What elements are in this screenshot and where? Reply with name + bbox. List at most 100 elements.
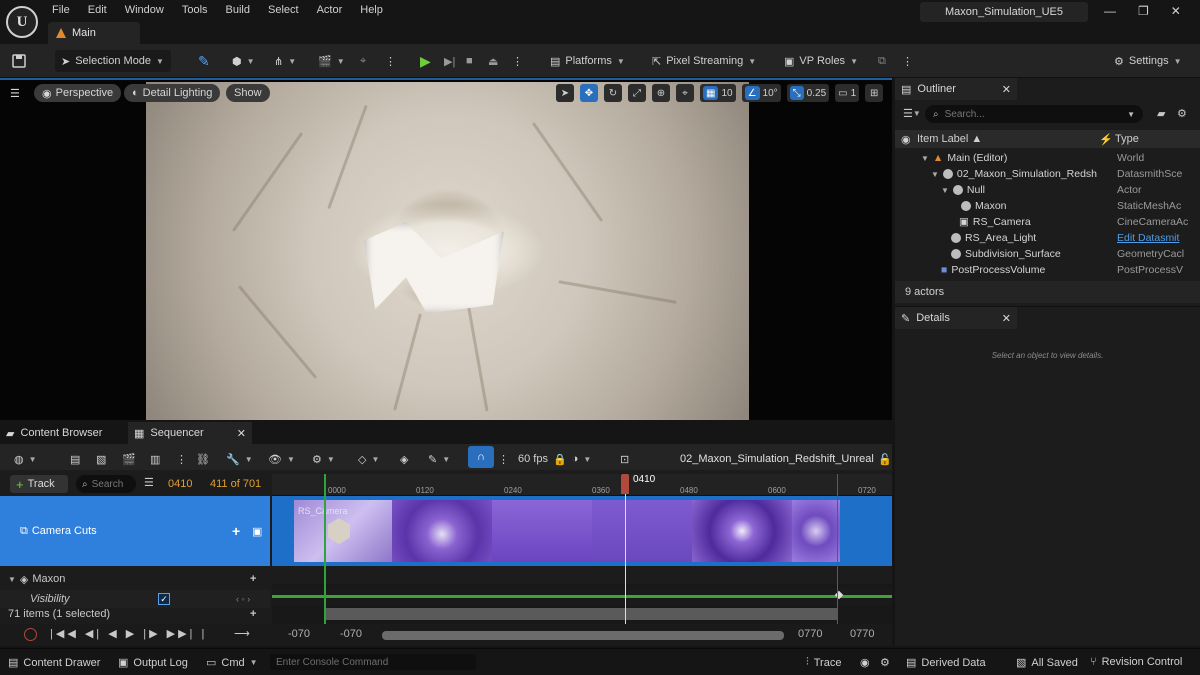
add-actor-icon[interactable]: ⬢ ▼ (232, 50, 255, 72)
menu-window[interactable]: Window (125, 4, 164, 16)
close-icon[interactable]: ✕ (1002, 312, 1011, 325)
edit-mode-icon[interactable]: ✎ ▼ (428, 448, 450, 470)
clapper-icon[interactable]: ▥ (150, 448, 160, 470)
cinematics-icon[interactable]: 🎬 ▼ (318, 50, 345, 72)
cmd-dropdown[interactable]: ▭ Cmd ▼ (206, 656, 258, 670)
tab-outliner[interactable]: ▤ Outliner ✕ (895, 78, 1017, 100)
content-drawer-button[interactable]: ▤ Content Drawer (8, 656, 100, 670)
console-command-input[interactable]: Enter Console Command (270, 654, 476, 670)
maxon-track[interactable]: ▼ ◈ Maxon + (0, 570, 270, 588)
device-icon[interactable]: ⧉ (878, 50, 886, 72)
tab-main[interactable]: Main (48, 22, 140, 44)
view-icon[interactable]: 👁 ▼ (268, 448, 295, 470)
world-icon[interactable]: ◍ ▼ (14, 448, 37, 470)
filter-icon[interactable]: ☰ (144, 476, 154, 489)
unreal-logo-icon[interactable]: U (6, 6, 38, 38)
add-camera-cut-icon[interactable]: + (232, 523, 240, 539)
play-options-icon[interactable]: ⋮ (512, 50, 523, 72)
translate-tool-icon[interactable]: ✥ (580, 84, 598, 102)
section-bar[interactable] (324, 608, 838, 620)
add-folder-icon[interactable]: ▰ (1157, 107, 1165, 120)
source-control-icon[interactable]: ⌖ (360, 50, 366, 72)
viewport-render[interactable] (146, 82, 749, 420)
show-button[interactable]: Show (226, 84, 270, 102)
start-marker[interactable] (324, 474, 326, 624)
menu-tools[interactable]: Tools (182, 4, 208, 16)
tab-content-browser[interactable]: ▰ Content Browser (0, 422, 124, 444)
platforms-dropdown[interactable]: ▤ Platforms ▼ (550, 50, 625, 72)
tab-sequencer[interactable]: ▦ Sequencer ✕ (128, 422, 252, 444)
outliner-row[interactable]: RS_Area_Light Edit Datasmit (895, 230, 1200, 246)
track-search-input[interactable]: ⌕ Search (76, 475, 136, 493)
output-log-button[interactable]: ▣ Output Log (118, 656, 188, 670)
save-icon[interactable] (12, 50, 26, 72)
menu-build[interactable]: Build (226, 4, 250, 16)
key-all-icon[interactable]: ◈ (400, 448, 408, 470)
save-as-icon[interactable]: ▧ (96, 448, 106, 470)
select-tool-icon[interactable]: ➤ (556, 84, 574, 102)
toolbar-more-icon[interactable]: ⋮ (902, 50, 913, 72)
outliner-row[interactable]: ▼ ▲ Main (Editor) World (895, 150, 1200, 166)
outliner-search-input[interactable]: ⌕ Search... ▼ (925, 105, 1143, 123)
menu-actor[interactable]: Actor (317, 4, 343, 16)
viewport-layout-icon[interactable]: ⊞ (865, 84, 884, 102)
maxon-lane[interactable] (272, 566, 892, 584)
close-button[interactable]: ✕ (1171, 4, 1181, 18)
hierarchy-icon[interactable]: ⛓ (196, 448, 210, 470)
viewport-menu-icon[interactable]: ☰ (6, 84, 24, 102)
outliner-row[interactable]: Subdivision_Surface GeometryCacl (895, 246, 1200, 262)
rotate-tool-icon[interactable]: ↻ (604, 84, 622, 102)
maximize-button[interactable]: ❐ (1138, 4, 1149, 18)
lock-sequence-icon[interactable]: 🔓 (878, 448, 892, 470)
camera-cut-section[interactable]: RS_Camera (294, 500, 840, 562)
grid-snap-button[interactable]: ▦ 10 (700, 84, 736, 102)
playback-options-icon[interactable]: ⚙ ▼ (312, 448, 335, 470)
trace-options-icon[interactable]: ⚙ (880, 656, 890, 669)
selection-mode-dropdown[interactable]: ➤ Selection Mode ▼ (55, 50, 171, 72)
filter-icon[interactable]: ☰ ▼ (903, 107, 921, 120)
working-range-end[interactable]: 0770 (850, 628, 874, 640)
level-viewport[interactable]: ☰ ◉ Perspective ◐ Detail Lighting Show ➤… (0, 78, 892, 420)
timeline-scrollbar[interactable] (382, 631, 784, 640)
stop-icon[interactable]: ■ (466, 50, 473, 72)
time-ruler[interactable]: 0000 0120 0240 0360 0480 0600 0720 0410 (272, 474, 892, 496)
record-trace-icon[interactable]: ◉ (860, 656, 870, 669)
playhead-handle[interactable] (621, 474, 629, 494)
keyframe-icon[interactable]: ◇ ▼ (358, 448, 379, 470)
close-icon[interactable]: ✕ (1002, 83, 1011, 96)
camera-icon[interactable]: ▣ (252, 525, 262, 538)
fps-dropdown[interactable]: 60 fps 🔒 ◑ ▼ (518, 448, 591, 470)
curve-editor-icon[interactable]: ⊡ (620, 448, 629, 470)
visibility-column-icon[interactable]: ◉ (901, 133, 911, 146)
outliner-row[interactable]: Maxon StaticMeshAc (895, 198, 1200, 214)
sequence-breadcrumb[interactable]: 02_Maxon_Simulation_Redshift_Unreal (680, 448, 874, 470)
eject-icon[interactable]: ⏏ (488, 50, 498, 72)
working-range-start[interactable]: -070 (340, 628, 362, 640)
menu-edit[interactable]: Edit (88, 4, 107, 16)
settings-dropdown[interactable]: ⚙ Settings ▼ (1114, 50, 1182, 72)
view-range-start[interactable]: -070 (288, 628, 310, 640)
record-icon[interactable] (24, 628, 37, 641)
save-icon[interactable]: ▤ (70, 448, 80, 470)
visibility-checkbox[interactable]: ✓ (158, 593, 170, 605)
current-frame[interactable]: 0410 (168, 478, 192, 490)
snap-options-icon[interactable]: ⋮ (498, 448, 509, 470)
loop-icon[interactable]: ⟶ (234, 627, 250, 640)
transport-controls[interactable]: |◀◀ ◀| ◀ ▶ |▶ ▶▶| | (50, 627, 207, 640)
gear-icon[interactable]: ⚙ (1177, 107, 1187, 120)
outliner-row[interactable]: ▼ Null Actor (895, 182, 1200, 198)
camera-cuts-lane[interactable]: RS_Camera (272, 496, 892, 566)
perspective-button[interactable]: ◉ Perspective (34, 84, 122, 102)
camera-speed-button[interactable]: ▭ 1 (835, 84, 860, 102)
world-local-icon[interactable]: ⊕ (652, 84, 670, 102)
trace-button[interactable]: ⫶ Trace (806, 656, 841, 669)
all-saved-button[interactable]: ▧ All Saved (1016, 656, 1078, 670)
menu-help[interactable]: Help (360, 4, 383, 16)
key-navigation-icon[interactable]: ‹ ◦ › (236, 594, 250, 604)
scale-tool-icon[interactable]: ⤢ (628, 84, 646, 102)
minimize-button[interactable]: — (1104, 4, 1116, 18)
modeling-icon[interactable]: ✎ (198, 50, 210, 72)
surface-snap-icon[interactable]: ⌖ (676, 84, 694, 102)
add-subtrack-icon[interactable]: + (250, 573, 256, 585)
blueprint-icon[interactable]: ⋔ ▼ (274, 50, 296, 72)
